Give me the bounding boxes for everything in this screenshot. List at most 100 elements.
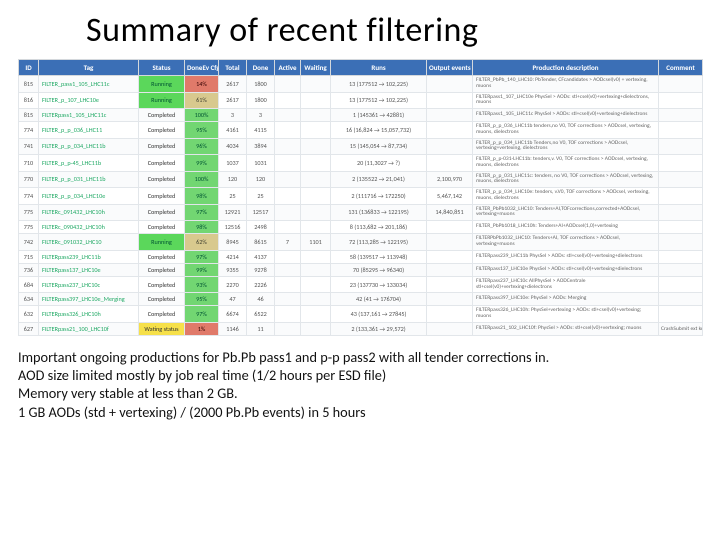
cell: 97% (185, 250, 219, 263)
cell: FILTERpass239_LHC11b PhysSel > AODs: stl… (473, 250, 659, 263)
cell: 12921 (219, 204, 247, 221)
cell: 4137 (247, 250, 275, 263)
cell: Completed (139, 109, 185, 122)
cell (659, 188, 703, 205)
cell (275, 263, 301, 276)
cell: FILTERpass326_LHC10h: PhysSel+vertexing … (473, 306, 659, 323)
cell: Completed (139, 250, 185, 263)
cell: 2 (135522 → 21,041) (331, 171, 427, 188)
cell: FILTERpass137_LHC10e (39, 263, 139, 276)
cell: Completed (139, 138, 185, 155)
cell: 8945 (219, 234, 247, 251)
cell: FILTER_PbPb_140_LHC10: PbTender, CFcandi… (473, 76, 659, 93)
cell: 9355 (219, 263, 247, 276)
cell: 1% (185, 322, 219, 335)
cell: 100% (185, 171, 219, 188)
cell: 710 (19, 155, 39, 172)
cell: FILTER_p_107_LHC10e (39, 92, 139, 109)
cell: 1037 (219, 155, 247, 172)
cell: 8 (113,682 → 201,186) (331, 221, 427, 234)
cell: FILTER_p_p-45_LHC11b (39, 155, 139, 172)
cell: 1031 (247, 155, 275, 172)
filtering-table: IDTagStatusDoneEv Cfg OutTotalDoneActive… (18, 59, 703, 336)
cell: 634 (19, 293, 39, 306)
cell: 2617 (219, 92, 247, 109)
cell: 815 (19, 76, 39, 93)
cell (301, 293, 331, 306)
cell (301, 92, 331, 109)
cell: 742 (19, 234, 39, 251)
cell: 2498 (247, 221, 275, 234)
cell (275, 322, 301, 335)
cell: Completed (139, 122, 185, 139)
cell (275, 221, 301, 234)
table-row: 775FILTERc_091432_LHC10hCompleted97%1292… (19, 204, 703, 221)
cell: 16 (16,824 → 15,057,732) (331, 122, 427, 139)
cell: 2226 (247, 276, 275, 293)
cell (275, 92, 301, 109)
cell (301, 155, 331, 172)
cell: 4214 (219, 250, 247, 263)
cell: Completed (139, 155, 185, 172)
cell: 25 (219, 188, 247, 205)
cell: Running (139, 92, 185, 109)
cell: 13 (177512 → 102,225) (331, 92, 427, 109)
cell (301, 76, 331, 93)
table-row: 684FILTERpass237_LHC10cCompleted93%22702… (19, 276, 703, 293)
cell: 61% (185, 92, 219, 109)
cell: 815 (19, 109, 39, 122)
cell: 6674 (219, 306, 247, 323)
cell: FILTERpass1_107_LHC10e PhysSel > AODs: s… (473, 92, 659, 109)
cell: 70 (85295 → 96340) (331, 263, 427, 276)
table-row: 816FILTER_p_107_LHC10eRunning61%26171800… (19, 92, 703, 109)
col-header: Waiting (301, 60, 331, 76)
cell: 2 (111716 → 172250) (331, 188, 427, 205)
cell: 62% (185, 234, 219, 251)
cell: FILTER_p_p_034_LHC11b Tenders,no V0, TOF… (473, 138, 659, 155)
cell: FILTERpass21_102_LHC10f: PhysSel > AODs:… (473, 322, 659, 335)
cell (659, 234, 703, 251)
cell: FILTER_p_p_031_LHC11c: tenders, no V0, T… (473, 171, 659, 188)
cell (427, 109, 473, 122)
cell: 770 (19, 171, 39, 188)
cell: 3 (219, 109, 247, 122)
cell (301, 122, 331, 139)
cell: FILTERpass239_LHC11b (39, 250, 139, 263)
table-row: 774FILTER_p_p_034_LHC10eCompleted98%2525… (19, 188, 703, 205)
cell (275, 250, 301, 263)
cell: 774 (19, 188, 39, 205)
col-header: Done (247, 60, 275, 76)
cell: 684 (19, 276, 39, 293)
cell: 7 (275, 234, 301, 251)
cell (427, 76, 473, 93)
cell: 95% (185, 122, 219, 139)
cell (301, 263, 331, 276)
col-header: Output events (427, 60, 473, 76)
cell: 3894 (247, 138, 275, 155)
cell: 775 (19, 221, 39, 234)
table-row: 634FILTERpass397_LHC10e_MergingCompleted… (19, 293, 703, 306)
cell: 42 (41 → 176704) (331, 293, 427, 306)
cell: Completed (139, 188, 185, 205)
cell: 774 (19, 122, 39, 139)
cell: 4161 (219, 122, 247, 139)
cell: Completed (139, 263, 185, 276)
cell: 1800 (247, 92, 275, 109)
cell: FILTERpass1_105_LHC11c PhysSel > AODs: s… (473, 109, 659, 122)
cell: 6522 (247, 306, 275, 323)
cell: 120 (247, 171, 275, 188)
cell (659, 138, 703, 155)
cell: 99% (185, 263, 219, 276)
col-header: Tag (39, 60, 139, 76)
cell: FILTERpass137_LHC10e PhysSel > AODs: stl… (473, 263, 659, 276)
cell (275, 122, 301, 139)
cell: 15 (145,054 → 87,734) (331, 138, 427, 155)
cell (301, 306, 331, 323)
cell: 627 (19, 322, 39, 335)
cell (659, 250, 703, 263)
cell: 72 (113,285 → 122195) (331, 234, 427, 251)
cell (301, 138, 331, 155)
table-row: 741FILTER_p_p_034_LHC11bCompleted96%4034… (19, 138, 703, 155)
cell (275, 293, 301, 306)
cell: 11 (247, 322, 275, 335)
